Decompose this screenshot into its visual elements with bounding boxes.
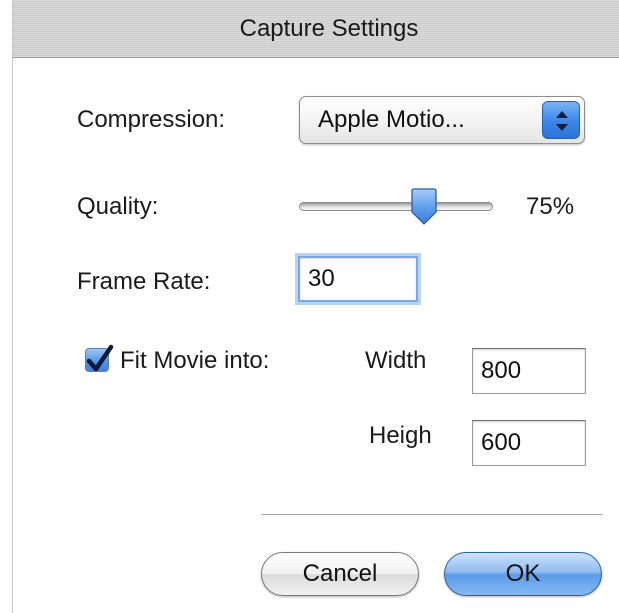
fit-movie-label[interactable]: Fit Movie into:: [120, 347, 269, 375]
quality-slider-thumb[interactable]: [410, 188, 438, 226]
frame-rate-label: Frame Rate:: [77, 268, 211, 295]
checkmark-icon: [86, 344, 114, 372]
ok-button[interactable]: OK: [444, 552, 602, 596]
compression-selected-value: Apple Motio...: [318, 106, 465, 133]
height-field[interactable]: [472, 420, 586, 466]
width-label: Width: [365, 347, 427, 374]
fit-movie-checkbox[interactable]: [85, 344, 114, 372]
frame-rate-field[interactable]: [298, 256, 418, 302]
window-title: Capture Settings: [239, 14, 419, 42]
width-field[interactable]: [472, 348, 586, 394]
up-down-arrows-icon: [542, 101, 580, 139]
quality-label: Quality:: [77, 193, 159, 220]
cancel-button[interactable]: Cancel: [261, 552, 419, 596]
quality-slider[interactable]: [299, 188, 493, 228]
quality-slider-track[interactable]: [299, 202, 493, 211]
height-label: Heigh: [369, 422, 432, 449]
separator-line: [261, 514, 603, 515]
compression-popup[interactable]: Apple Motio...: [299, 96, 585, 144]
compression-label: Compression:: [77, 106, 226, 133]
quality-percent: 75%: [526, 193, 575, 220]
capture-settings-dialog: Capture Settings Compression: Apple Moti…: [12, 0, 619, 613]
title-bar[interactable]: Capture Settings: [13, 0, 619, 58]
